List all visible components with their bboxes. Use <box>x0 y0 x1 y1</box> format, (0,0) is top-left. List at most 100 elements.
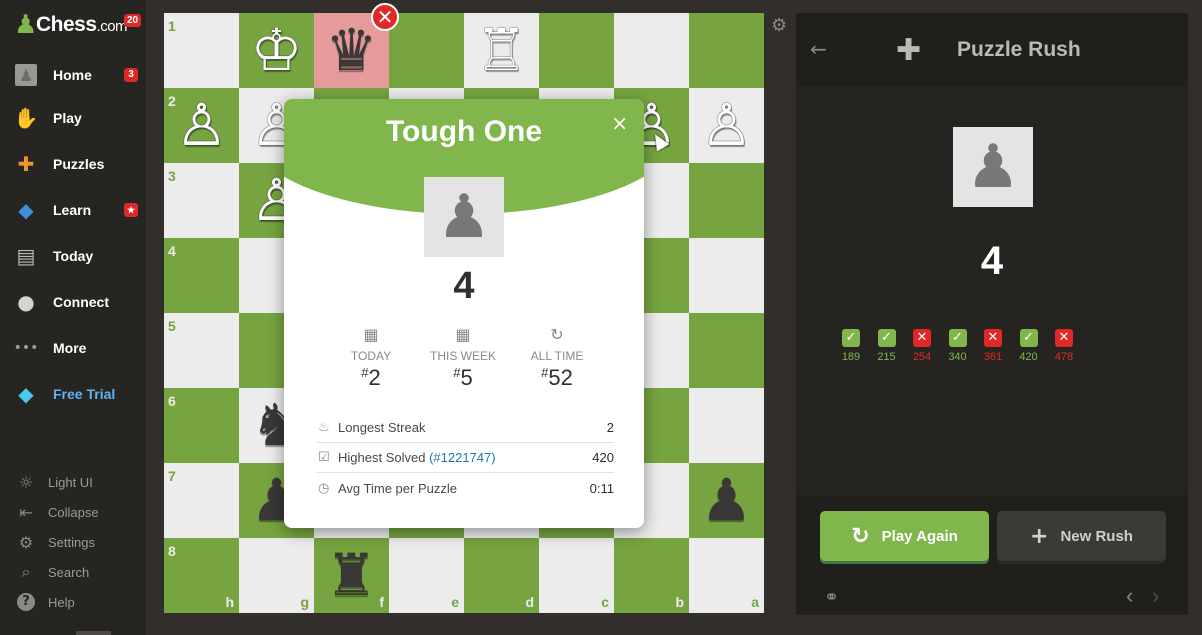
panel-score: 4 <box>980 239 1004 283</box>
light-ui-toggle[interactable]: ☼ Light UI <box>0 469 146 495</box>
square-h1[interactable]: 1 <box>164 13 239 88</box>
sidebar-item-play[interactable]: ✋ Play <box>0 98 146 138</box>
square-b8[interactable]: b <box>614 538 689 613</box>
row-label-text: Highest Solved <box>338 450 426 465</box>
share-icon[interactable]: ⚭ <box>824 587 839 608</box>
play-again-button[interactable]: ↻ Play Again <box>820 511 989 561</box>
file-label: c <box>601 594 609 610</box>
stat-number: 2 <box>368 365 381 390</box>
row-label: Longest Streak <box>338 420 426 435</box>
result-rating: 215 <box>877 351 896 363</box>
help-icon: ? <box>17 593 35 611</box>
back-arrow-icon[interactable]: ← <box>810 37 827 61</box>
square-a8[interactable]: a <box>689 538 764 613</box>
clock-icon: ◷ <box>318 481 330 496</box>
square-a1[interactable] <box>689 13 764 88</box>
chevron-left-icon[interactable]: ‹ <box>1126 583 1133 609</box>
stat-value: #5 <box>418 365 508 391</box>
check-square-icon: ☑ <box>318 450 330 465</box>
sidebar-item-home[interactable]: ♟ Home 3 <box>0 55 146 95</box>
piece-g1[interactable]: ♔ <box>239 13 314 88</box>
home-avatar-icon: ♟ <box>15 64 37 86</box>
square-h4[interactable]: 4 <box>164 238 239 313</box>
square-b1[interactable] <box>614 13 689 88</box>
sidebar-item-label: Learn <box>53 202 92 218</box>
sidebar-item-more[interactable]: ••• More <box>0 328 146 368</box>
square-c8[interactable]: c <box>539 538 614 613</box>
result-item[interactable]: ✕ 361 <box>977 329 1009 363</box>
stat-this-week: ▦ THIS WEEK #5 <box>418 325 508 391</box>
square-h6[interactable]: 6 <box>164 388 239 463</box>
settings-link[interactable]: ⚙ Settings <box>0 529 146 555</box>
x-icon: ✕ <box>984 329 1002 347</box>
refresh-icon: ↻ <box>851 523 870 549</box>
logo-text-suffix: .com <box>96 18 128 35</box>
square-h3[interactable]: 3 <box>164 163 239 238</box>
piece-a7[interactable]: ♟ <box>689 463 764 538</box>
rank-label: 8 <box>168 543 176 559</box>
chevron-right-icon[interactable]: › <box>1152 583 1159 609</box>
highest-solved-link[interactable]: (#1221747) <box>429 450 496 465</box>
square-e8[interactable]: e <box>389 538 464 613</box>
result-item[interactable]: ✓ 420 <box>1013 329 1045 363</box>
square-c1[interactable] <box>539 13 614 88</box>
piece-d1[interactable]: ♖ <box>464 13 539 88</box>
close-icon[interactable]: × <box>611 111 628 135</box>
result-rating: 478 <box>1054 351 1074 363</box>
row-label: Avg Time per Puzzle <box>338 481 457 496</box>
square-a4[interactable] <box>689 238 764 313</box>
new-rush-button[interactable]: + New Rush <box>997 511 1166 561</box>
sidebar-item-free-trial[interactable]: ◆ Free Trial <box>0 374 146 414</box>
stat-number: 52 <box>548 365 573 390</box>
pawn-avatar-icon: ♟ <box>953 127 1033 207</box>
notification-badge[interactable]: 20 <box>124 14 142 27</box>
sidebar-item-connect[interactable]: ● Connect <box>0 282 146 322</box>
rank-label: 3 <box>168 168 176 184</box>
gear-icon: ⚙ <box>18 532 34 552</box>
result-item[interactable]: ✕ 254 <box>906 329 938 363</box>
sidebar-item-puzzles[interactable]: ✚ Puzzles <box>0 144 146 184</box>
result-item[interactable]: ✓ 340 <box>942 329 974 363</box>
square-h5[interactable]: 5 <box>164 313 239 388</box>
square-h7[interactable]: 7 <box>164 463 239 538</box>
square-a3[interactable] <box>689 163 764 238</box>
sidebar-item-label: More <box>53 340 87 356</box>
calendar-icon: ▦ <box>455 325 471 344</box>
sub-item-label: Light UI <box>48 474 93 490</box>
sidebar-item-label: Free Trial <box>53 386 116 402</box>
chesscom-logo[interactable]: ♟ Chess.com 20 <box>14 10 142 40</box>
help-link[interactable]: ? Help <box>0 589 146 615</box>
result-item[interactable]: ✓ 189 <box>835 329 867 363</box>
piece-f8[interactable]: ♜ <box>314 538 389 613</box>
check-icon: ✓ <box>877 329 896 347</box>
logo-pawn-icon: ♟ <box>14 10 38 40</box>
square-d8[interactable]: d <box>464 538 539 613</box>
result-item[interactable]: ✕ 478 <box>1048 329 1080 363</box>
search-link[interactable]: ⌕ Search <box>0 559 146 585</box>
square-a6[interactable] <box>689 388 764 463</box>
sidebar-item-label: Connect <box>53 294 109 310</box>
file-label: a <box>751 594 759 610</box>
avg-time-row: ◷ Avg Time per Puzzle 0:11 <box>316 474 614 504</box>
modal-score: 4 <box>453 265 475 307</box>
board-settings-gear-icon[interactable]: ⚙ <box>771 15 787 36</box>
logo-text-main: Chess <box>36 13 97 36</box>
search-icon: ⌕ <box>21 562 31 581</box>
newspaper-icon: ▤ <box>16 244 36 268</box>
square-h8[interactable]: 8h <box>164 538 239 613</box>
result-item[interactable]: ✓ 215 <box>871 329 903 363</box>
collapse-button[interactable]: ⇤ Collapse <box>0 499 146 525</box>
stat-label: THIS WEEK <box>429 349 496 363</box>
piece-h2[interactable]: ♙ <box>164 88 239 163</box>
sidebar-item-today[interactable]: ▤ Today <box>0 236 146 276</box>
square-g8[interactable]: g <box>239 538 314 613</box>
row-value: 0:11 <box>589 481 614 496</box>
square-a5[interactable] <box>689 313 764 388</box>
puzzle-icon: ✚ <box>17 152 35 176</box>
piece-a2[interactable]: ♙ <box>689 88 764 163</box>
square-e1[interactable] <box>389 13 464 88</box>
rank-label: 6 <box>168 393 176 409</box>
plus-icon: + <box>1030 523 1049 549</box>
sidebar-item-learn[interactable]: ◆ Learn ★ <box>0 190 146 230</box>
collapse-icon: ⇤ <box>19 502 33 522</box>
